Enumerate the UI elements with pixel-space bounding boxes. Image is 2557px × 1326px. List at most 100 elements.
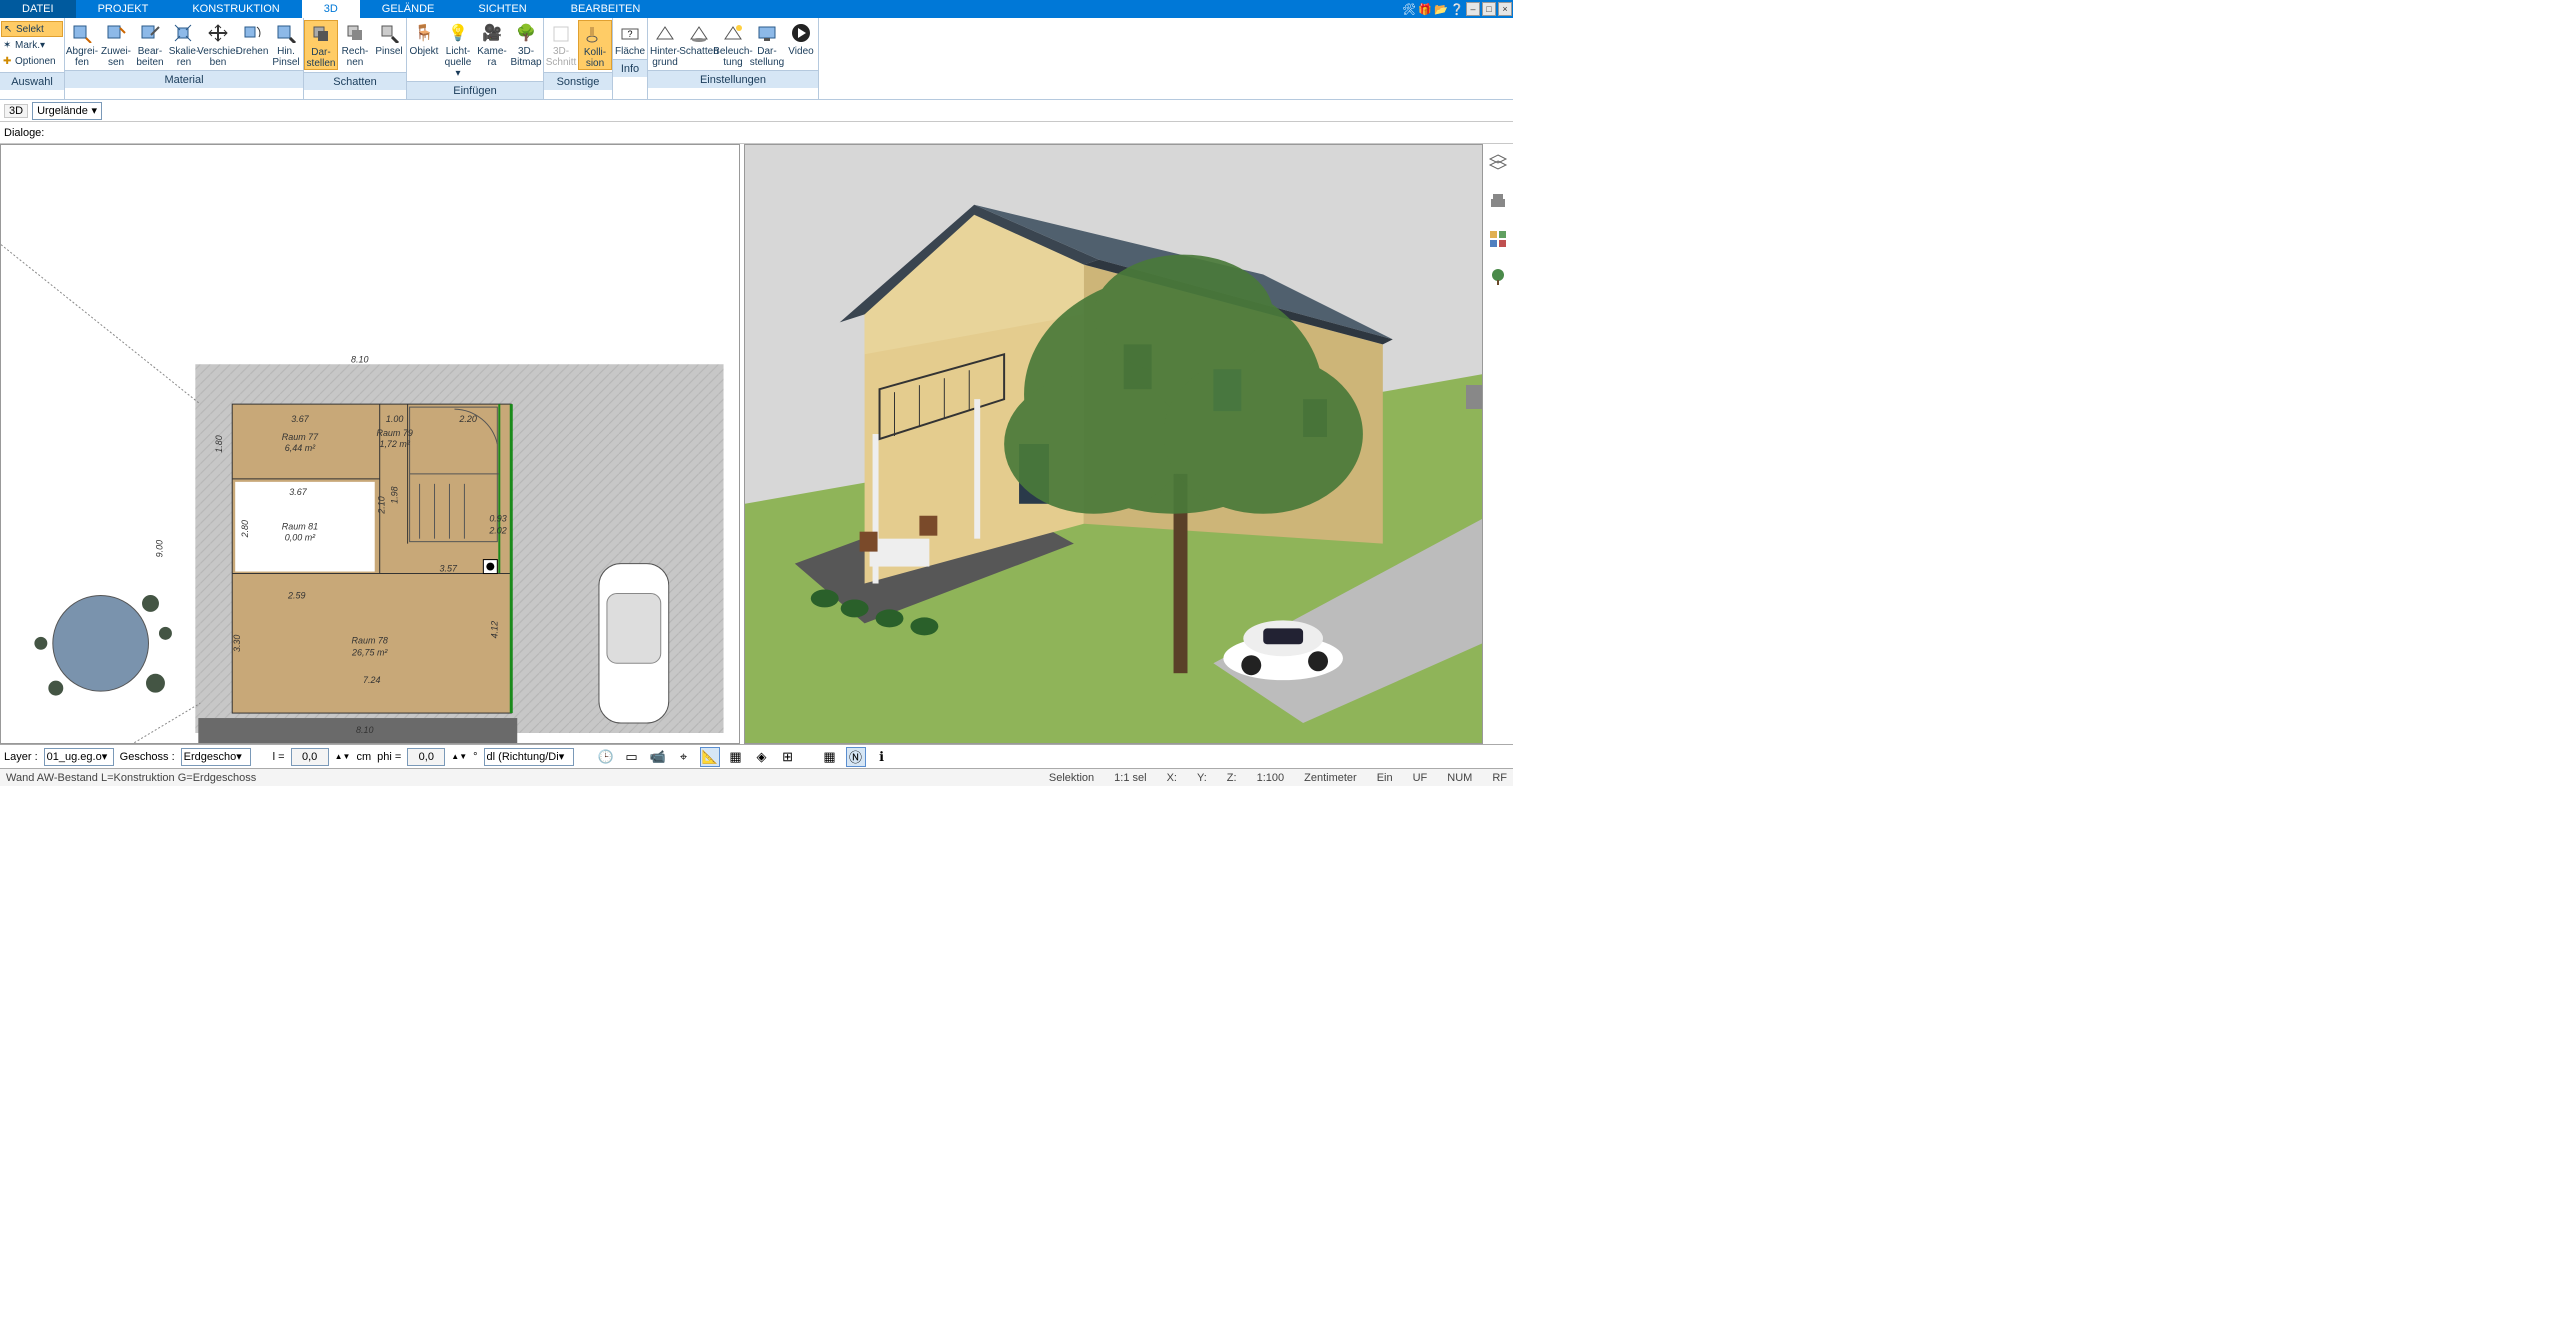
ortho-icon[interactable]: ⊞ (778, 747, 798, 767)
status-num: NUM (1447, 772, 1472, 784)
verschieben-button[interactable]: Verschie-ben (201, 20, 235, 68)
phi-input[interactable]: 0,0 (407, 748, 445, 766)
view-type-combo[interactable]: Urgelände▾ (32, 102, 102, 120)
package-icon[interactable]: 🎁 (1418, 2, 1432, 16)
svg-text:?: ? (627, 29, 632, 39)
length-input[interactable]: 0,0 (291, 748, 329, 766)
drehen-button[interactable]: Drehen (235, 20, 269, 57)
menu-tab-konstruktion[interactable]: KONSTRUKTION (170, 0, 301, 18)
darstellung-button[interactable]: Dar-stellung (750, 20, 784, 68)
furniture-icon[interactable] (1487, 190, 1509, 212)
svg-text:0,00 m²: 0,00 m² (285, 533, 316, 543)
dl-combo[interactable]: dl (Richtung/Di▾ (484, 748, 574, 766)
svg-text:Raum 77: Raum 77 (282, 432, 319, 442)
phi-unit: ° (473, 751, 477, 763)
svg-text:1,72 m²: 1,72 m² (379, 439, 410, 449)
tools-icon[interactable]: 🛠 (1402, 2, 1416, 16)
angle-snap-icon[interactable]: 📐 (700, 747, 720, 767)
svg-text:8.10: 8.10 (356, 725, 373, 735)
ribbon-label-info: Info (613, 59, 647, 77)
svg-text:1.80: 1.80 (214, 435, 224, 452)
svg-text:8.10: 8.10 (351, 354, 368, 364)
svg-text:4.12: 4.12 (489, 621, 499, 638)
layer-label: Layer : (4, 751, 38, 763)
grid-snap-icon[interactable]: ▦ (726, 747, 746, 767)
ribbon-label-material: Material (65, 70, 303, 88)
beleuchtung-button[interactable]: Beleuch-tung (716, 20, 750, 68)
svg-text:2.20: 2.20 (458, 414, 476, 424)
video-button[interactable]: Video (784, 20, 818, 57)
plants-icon[interactable] (1487, 266, 1509, 288)
phi-label: phi = (377, 751, 401, 763)
camera-icon[interactable]: 📹 (648, 747, 668, 767)
kollision-button[interactable]: Kolli-sion (578, 20, 612, 70)
schatten-einst-button[interactable]: Schatten (682, 20, 716, 57)
snap-icon[interactable]: ⌖ (674, 747, 694, 767)
darstellen-button[interactable]: Dar-stellen (304, 20, 338, 70)
panel-handle[interactable] (1466, 385, 1482, 409)
close-button[interactable]: × (1498, 2, 1512, 16)
bearbeiten-button[interactable]: Bear-beiten (133, 20, 167, 68)
render-3d-view[interactable] (744, 144, 1484, 744)
ribbon-label-einstellungen: Einstellungen (648, 70, 818, 88)
menu-tab-bearbeiten[interactable]: BEARBEITEN (549, 0, 663, 18)
optionen-button[interactable]: ✚Optionen (1, 53, 63, 69)
status-scale: 1:100 (1257, 772, 1285, 784)
status-left: Wand AW-Bestand L=Konstruktion G=Erdgesc… (6, 772, 256, 784)
layer-combo[interactable]: 01_ug.eg.o▾ (44, 748, 114, 766)
plan-2d-view[interactable]: 8.10 9.00 8.10 3.67 Raum 77 6,44 m² 1.80… (0, 144, 740, 744)
screen-icon[interactable]: ▭ (622, 747, 642, 767)
skalieren-button[interactable]: Skalie-ren (167, 20, 201, 68)
layers-icon[interactable] (1487, 152, 1509, 174)
mark-button[interactable]: ✶Mark. ▾ (1, 37, 63, 53)
rechnen-button[interactable]: Rech-nen (338, 20, 372, 68)
objekt-button[interactable]: 🪑Objekt (407, 20, 441, 57)
minimize-button[interactable]: – (1466, 2, 1480, 16)
abgreifen-button[interactable]: Abgrei-fen (65, 20, 99, 68)
folder-icon[interactable]: 📂 (1434, 2, 1448, 16)
menu-bar: DATEI PROJEKT KONSTRUKTION 3D GELÄNDE SI… (0, 0, 1513, 18)
view-selector-bar: 3D Urgelände▾ (0, 100, 1513, 122)
svg-text:6,44 m²: 6,44 m² (285, 443, 316, 453)
svg-text:3.57: 3.57 (440, 564, 458, 574)
svg-text:26,75 m²: 26,75 m² (351, 647, 388, 657)
workspace: 8.10 9.00 8.10 3.67 Raum 77 6,44 m² 1.80… (0, 144, 1513, 744)
grid-icon[interactable]: ▦ (820, 747, 840, 767)
menu-tab-3d[interactable]: 3D (302, 0, 360, 18)
menu-tab-sichten[interactable]: SICHTEN (456, 0, 548, 18)
svg-text:3.67: 3.67 (291, 414, 309, 424)
dialoge-bar: Dialoge: (0, 122, 1513, 144)
selekt-button[interactable]: ↖Selekt (1, 21, 63, 37)
zuweisen-button[interactable]: Zuwei-sen (99, 20, 133, 68)
geschoss-label: Geschoss : (120, 751, 175, 763)
status-bar: Wand AW-Bestand L=Konstruktion G=Erdgesc… (0, 768, 1513, 786)
clock-icon[interactable]: 🕒 (596, 747, 616, 767)
info-icon[interactable]: ℹ (872, 747, 892, 767)
menu-tab-datei[interactable]: DATEI (0, 0, 76, 18)
help-icon[interactable]: ❔ (1450, 2, 1464, 16)
materials-icon[interactable] (1487, 228, 1509, 250)
status-x: X: (1167, 772, 1177, 784)
ribbon-label-sonstige: Sonstige (544, 72, 612, 90)
svg-text:9.00: 9.00 (154, 540, 164, 557)
status-selektion: Selektion (1049, 772, 1094, 784)
menu-tab-gelaende[interactable]: GELÄNDE (360, 0, 457, 18)
flaeche-button[interactable]: ?Fläche (613, 20, 647, 57)
north-icon[interactable]: Ⓝ (846, 747, 866, 767)
menu-tab-projekt[interactable]: PROJEKT (76, 0, 171, 18)
maximize-button[interactable]: □ (1482, 2, 1496, 16)
layer-snap-icon[interactable]: ◈ (752, 747, 772, 767)
status-y: Y: (1197, 772, 1207, 784)
ribbon-group-sonstige: 3D-Schnitt Kolli-sion Sonstige (544, 18, 613, 99)
3d-schnitt-button[interactable]: 3D-Schnitt (544, 20, 578, 68)
svg-text:3.67: 3.67 (289, 487, 307, 497)
hinpinsel-button[interactable]: Hin.Pinsel (269, 20, 303, 68)
lichtquelle-button[interactable]: 💡Licht-quelle ▾ (441, 20, 475, 79)
svg-text:2.59: 2.59 (287, 590, 305, 600)
hintergrund-button[interactable]: Hinter-grund (648, 20, 682, 68)
pinsel-button[interactable]: Pinsel (372, 20, 406, 57)
geschoss-combo[interactable]: Erdgescho▾ (181, 748, 251, 766)
svg-text:2.02: 2.02 (488, 526, 506, 536)
kamera-button[interactable]: 🎥Kame-ra (475, 20, 509, 68)
3d-bitmap-button[interactable]: 🌳3D-Bitmap (509, 20, 543, 68)
